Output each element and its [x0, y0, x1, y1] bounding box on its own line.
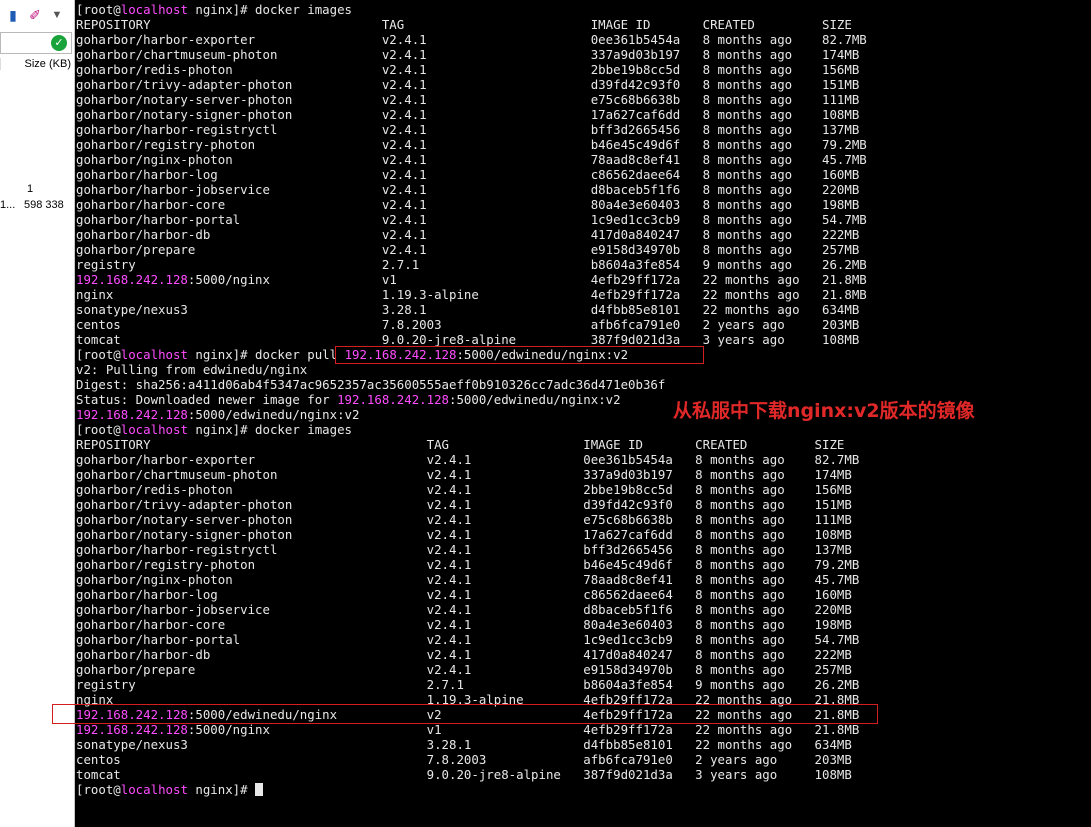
size-column-header[interactable]: Size (KB) — [0, 58, 71, 70]
filter-field[interactable]: ✓ — [0, 32, 72, 54]
table-row: goharbor/redis-photon v2.4.1 2bbe19b8cc5… — [76, 482, 852, 497]
table-row: goharbor/harbor-jobservice v2.4.1 d8bace… — [76, 602, 852, 617]
table-header: REPOSITORY TAG IMAGE ID CREATED SIZE — [76, 17, 852, 32]
color-picker-icon[interactable]: ✐ — [26, 4, 44, 26]
table-row: goharbor/harbor-log v2.4.1 c86562daee64 … — [76, 587, 852, 602]
size-value-2: 598 338 — [24, 199, 64, 211]
new-image-highlight-box — [52, 704, 878, 724]
table-row: centos 7.8.2003 afb6fca791e0 2 years ago… — [76, 752, 852, 767]
table-row: goharbor/trivy-adapter-photon v2.4.1 d39… — [76, 77, 860, 92]
table-row: goharbor/redis-photon v2.4.1 2bbe19b8cc5… — [76, 62, 860, 77]
table-row: goharbor/notary-signer-photon v2.4.1 17a… — [76, 527, 852, 542]
command-line: [root@localhost nginx]# — [76, 782, 264, 797]
table-row: nginx 1.19.3-alpine 4efb29ff172a 22 mont… — [76, 287, 867, 302]
table-row: goharbor/harbor-exporter v2.4.1 0ee361b5… — [76, 452, 860, 467]
table-row: goharbor/harbor-core v2.4.1 80a4e3e60403… — [76, 197, 860, 212]
table-row: goharbor/notary-server-photon v2.4.1 e75… — [76, 92, 860, 107]
size-value-1: 1 — [27, 183, 34, 195]
table-row: goharbor/nginx-photon v2.4.1 78aad8c8ef4… — [76, 572, 860, 587]
table-row: goharbor/chartmuseum-photon v2.4.1 337a9… — [76, 47, 860, 62]
table-row: 192.168.242.128:5000/nginx v1 4efb29ff17… — [76, 272, 867, 287]
table-row: goharbor/chartmuseum-photon v2.4.1 337a9… — [76, 467, 852, 482]
table-row: registry 2.7.1 b8604a3fe854 9 months ago… — [76, 677, 860, 692]
table-row: sonatype/nexus3 3.28.1 d4fbb85e8101 22 m… — [76, 302, 860, 317]
annotation-text: 从私服中下载nginx:v2版本的镜像 — [673, 400, 975, 422]
table-row: 192.168.242.128:5000/nginx v1 4efb29ff17… — [76, 722, 860, 737]
table-header: REPOSITORY TAG IMAGE ID CREATED SIZE — [76, 437, 845, 452]
table-row: goharbor/harbor-portal v2.4.1 1c9ed1cc3c… — [76, 632, 860, 647]
cursor-icon[interactable]: ▮ — [4, 4, 22, 26]
table-row: goharbor/registry-photon v2.4.1 b46e45c4… — [76, 137, 867, 152]
table-row: goharbor/trivy-adapter-photon v2.4.1 d39… — [76, 497, 852, 512]
table-row: tomcat 9.0.20-jre8-alpine 387f9d021d3a 3… — [76, 767, 852, 782]
table-row: goharbor/notary-signer-photon v2.4.1 17a… — [76, 107, 860, 122]
left-panel: ▮ ✐ ▼ ✓ Size (KB) 1 1... 598 338 — [0, 0, 75, 827]
table-row: goharbor/notary-server-photon v2.4.1 e75… — [76, 512, 852, 527]
table-row: goharbor/harbor-exporter v2.4.1 0ee361b5… — [76, 32, 867, 47]
table-row: goharbor/harbor-jobservice v2.4.1 d8bace… — [76, 182, 860, 197]
command-line: [root@localhost nginx]# docker images — [76, 2, 353, 17]
output-line: Digest: sha256:a411d06ab4f5347ac9652357a… — [76, 377, 666, 392]
table-row: goharbor/harbor-db v2.4.1 417d0a840247 8… — [76, 647, 852, 662]
table-row: goharbor/harbor-core v2.4.1 80a4e3e60403… — [76, 617, 852, 632]
table-row: goharbor/harbor-registryctl v2.4.1 bff3d… — [76, 122, 860, 137]
table-row: goharbor/prepare v2.4.1 e9158d34970b 8 m… — [76, 242, 860, 257]
table-row: goharbor/harbor-log v2.4.1 c86562daee64 … — [76, 167, 860, 182]
table-row: centos 7.8.2003 afb6fca791e0 2 years ago… — [76, 317, 860, 332]
pull-command-highlight-box — [335, 346, 704, 364]
table-row: goharbor/harbor-portal v2.4.1 1c9ed1cc3c… — [76, 212, 867, 227]
table-row: tomcat 9.0.20-jre8-alpine 387f9d021d3a 3… — [76, 332, 860, 347]
table-row: goharbor/nginx-photon v2.4.1 78aad8c8ef4… — [76, 152, 867, 167]
table-row: goharbor/registry-photon v2.4.1 b46e45c4… — [76, 557, 860, 572]
output-line: v2: Pulling from edwinedu/nginx — [76, 362, 308, 377]
output-line: Status: Downloaded newer image for 192.1… — [76, 392, 621, 407]
table-row: goharbor/harbor-registryctl v2.4.1 bff3d… — [76, 542, 852, 557]
table-row: registry 2.7.1 b8604a3fe854 9 months ago… — [76, 257, 867, 272]
terminal-cursor — [255, 783, 264, 796]
name-truncated: 1... — [0, 199, 16, 211]
output-line: 192.168.242.128:5000/edwinedu/nginx:v2 — [76, 407, 360, 422]
table-row: sonatype/nexus3 3.28.1 d4fbb85e8101 22 m… — [76, 737, 852, 752]
left-toolbar: ▮ ✐ ▼ — [4, 4, 66, 26]
dropdown-icon[interactable]: ▼ — [48, 4, 66, 26]
table-row: goharbor/prepare v2.4.1 e9158d34970b 8 m… — [76, 662, 852, 677]
table-row: goharbor/harbor-db v2.4.1 417d0a840247 8… — [76, 227, 860, 242]
command-line: [root@localhost nginx]# docker images — [76, 422, 353, 437]
checkmark-icon[interactable]: ✓ — [51, 35, 67, 51]
